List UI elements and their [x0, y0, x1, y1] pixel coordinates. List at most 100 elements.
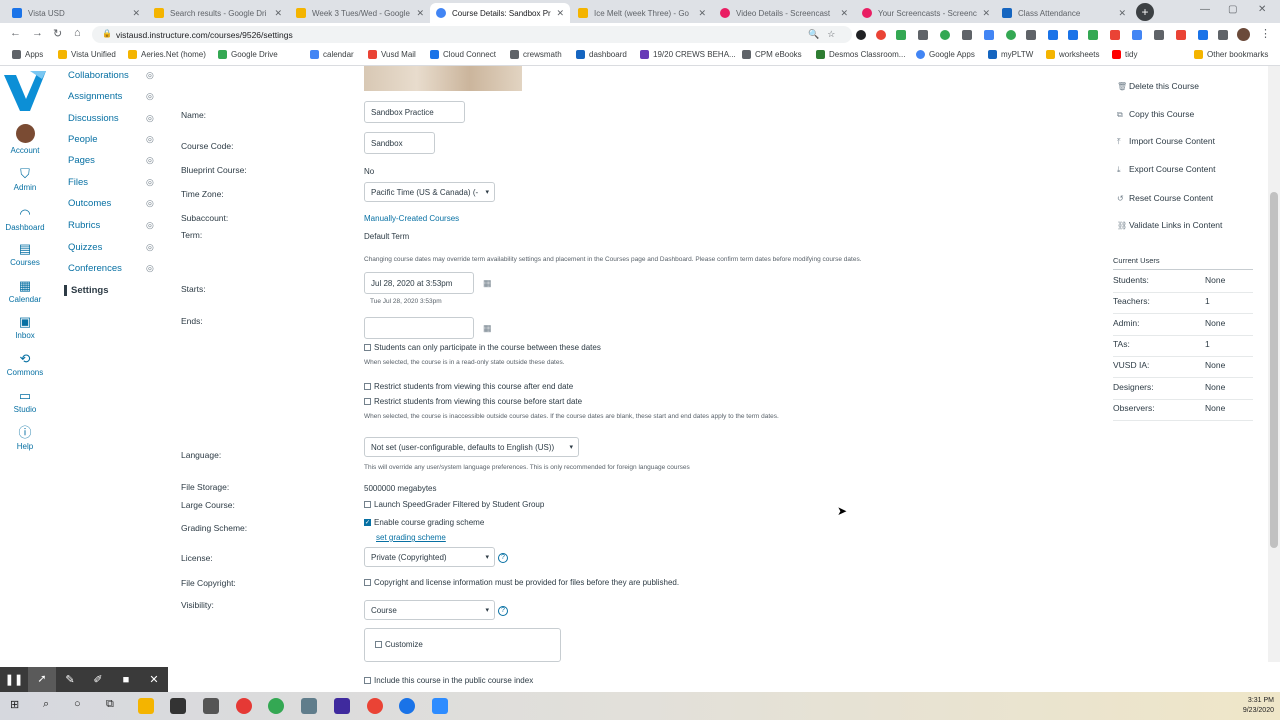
global-nav-help[interactable]: ⓘ Help	[0, 426, 50, 452]
global-nav-admin[interactable]: ⛉ Admin	[0, 167, 50, 193]
visibility-select[interactable]: Course ▾	[364, 600, 495, 620]
close-window-icon[interactable]: ✕	[1258, 4, 1266, 15]
extension-icon[interactable]	[876, 30, 886, 40]
course-nav-assignments[interactable]: Assignments ◎	[68, 91, 154, 102]
bookmark-apps[interactable]: Apps	[12, 50, 43, 59]
home-icon[interactable]: ⌂	[74, 27, 81, 39]
reset-content-link[interactable]: ↺ Reset Course Content	[1117, 193, 1213, 203]
restrict-before-start-checkbox[interactable]: Restrict students from viewing this cour…	[364, 397, 582, 406]
highlighter-icon[interactable]: ✐	[84, 673, 112, 686]
copy-course-link[interactable]: ⧉ Copy this Course	[1117, 109, 1194, 120]
close-tab-icon[interactable]: ✕	[1118, 8, 1126, 19]
bookmark-item[interactable]: crewsmath	[510, 50, 562, 59]
close-tab-icon[interactable]: ✕	[840, 8, 848, 19]
app-icon[interactable]	[236, 698, 252, 714]
bookmark-item[interactable]: CPM eBooks	[742, 50, 802, 59]
bookmark-item[interactable]: 19/20 CREWS BEHA...	[640, 50, 736, 59]
end-date-input[interactable]	[364, 317, 474, 339]
address-bar[interactable]: 🔒 vistausd.instructure.com/courses/9526/…	[92, 26, 852, 43]
extension-icon[interactable]	[1026, 30, 1036, 40]
bookmark-item[interactable]: Google Apps	[916, 50, 975, 59]
close-tab-icon[interactable]: ✕	[556, 8, 564, 19]
bookmark-item[interactable]: worksheets	[1046, 50, 1099, 59]
bookmark-item[interactable]: calendar	[310, 50, 354, 59]
extension-icon[interactable]	[856, 30, 866, 40]
back-arrow-icon[interactable]: ←	[10, 27, 21, 39]
chrome-icon[interactable]	[367, 698, 383, 714]
bookmark-item[interactable]: Vusd Mail	[368, 50, 416, 59]
extension-icon[interactable]	[1198, 30, 1208, 40]
search-icon[interactable]: ⌕	[43, 698, 49, 711]
import-content-link[interactable]: ⤒ Import Course Content	[1117, 136, 1215, 147]
windows-start-icon[interactable]: ⊞	[10, 698, 19, 711]
cortana-icon[interactable]: ○	[74, 698, 81, 710]
bookmark-item[interactable]: tidy	[1112, 50, 1137, 59]
close-tab-icon[interactable]: ✕	[274, 8, 282, 19]
extension-icon[interactable]	[1110, 30, 1120, 40]
pause-icon[interactable]: ❚❚	[0, 673, 28, 686]
browser-tab[interactable]: Ice Melt (week Three) - Go ✕	[572, 3, 712, 23]
course-nav-quizzes[interactable]: Quizzes ◎	[68, 242, 154, 253]
file-explorer-icon[interactable]	[138, 698, 154, 714]
close-tab-icon[interactable]: ✕	[132, 8, 140, 19]
course-nav-pages[interactable]: Pages ◎	[68, 155, 154, 166]
extension-icon[interactable]	[1176, 30, 1186, 40]
close-tab-icon[interactable]: ✕	[698, 8, 706, 19]
zoom-and-star-icons[interactable]: 🔍☆	[808, 29, 843, 40]
close-tab-icon[interactable]: ✕	[416, 8, 424, 19]
vista-logo[interactable]	[2, 69, 48, 113]
bookmark-item[interactable]: myPLTW	[988, 50, 1033, 59]
system-clock[interactable]: 3:31 PM 9/23/2020	[1232, 696, 1274, 716]
public-index-checkbox[interactable]: Include this course in the public course…	[364, 676, 533, 685]
chrome-icon[interactable]	[268, 698, 284, 714]
bookmark-item[interactable]: dashboard	[576, 50, 627, 59]
task-view-icon[interactable]: ⧉	[106, 698, 114, 711]
extension-icon[interactable]	[1132, 30, 1142, 40]
scrollbar-thumb[interactable]	[1270, 192, 1278, 548]
close-tab-icon[interactable]: ✕	[982, 8, 990, 19]
file-copyright-checkbox[interactable]: Copyright and license information must b…	[364, 578, 679, 587]
extension-icon[interactable]	[984, 30, 994, 40]
global-nav-courses[interactable]: ▤ Courses	[0, 242, 50, 268]
customize-checkbox[interactable]: Customize	[375, 640, 423, 649]
license-select[interactable]: Private (Copyrighted) ▾	[364, 547, 495, 567]
course-name-input[interactable]: Sandbox Practice	[364, 101, 465, 123]
extension-icon[interactable]	[940, 30, 950, 40]
calendar-icon[interactable]: ▦	[483, 278, 492, 289]
browser-tab[interactable]: Class Attendance ✕	[996, 3, 1132, 23]
global-nav-calendar[interactable]: ▦ Calendar	[0, 279, 50, 305]
more-menu-icon[interactable]: ⋮	[1260, 27, 1271, 40]
course-nav-outcomes[interactable]: Outcomes ◎	[68, 198, 154, 209]
subaccount-link[interactable]: Manually-Created Courses	[364, 214, 459, 223]
store-icon[interactable]	[170, 698, 186, 714]
course-nav-people[interactable]: People ◎	[68, 134, 154, 145]
export-content-link[interactable]: ⤓ Export Course Content	[1117, 164, 1215, 175]
global-nav-account[interactable]: Account	[0, 124, 50, 155]
page-scrollbar[interactable]	[1268, 66, 1280, 662]
pen-icon[interactable]: ✎	[56, 673, 84, 686]
camera-icon[interactable]	[301, 698, 317, 714]
bookmark-item[interactable]: Vista Unified	[58, 50, 116, 59]
forward-arrow-icon[interactable]: →	[32, 27, 43, 39]
browser-tab[interactable]: Video Details - Screencast ✕	[714, 3, 854, 23]
extension-icon[interactable]	[1088, 30, 1098, 40]
bookmark-item[interactable]: Aeries.Net (home)	[128, 50, 206, 59]
extension-icon[interactable]	[1006, 30, 1016, 40]
extension-icon[interactable]	[918, 30, 928, 40]
language-select[interactable]: Not set (user-configurable, defaults to …	[364, 437, 579, 457]
edge-icon[interactable]	[399, 698, 415, 714]
course-nav-discussions[interactable]: Discussions ◎	[68, 113, 154, 124]
extension-icon[interactable]	[1068, 30, 1078, 40]
global-nav-commons[interactable]: ⟲ Commons	[0, 352, 50, 378]
set-grading-scheme-link[interactable]: set grading scheme	[376, 533, 446, 542]
browser-tab[interactable]: Search results - Google Dri ✕	[148, 3, 288, 23]
browser-tab[interactable]: Week 3 Tues/Wed - Google ✕	[290, 3, 430, 23]
time-zone-select[interactable]: Pacific Time (US & Canada) (- ▾	[364, 182, 495, 202]
course-nav-settings[interactable]: Settings	[64, 285, 108, 296]
extension-icon[interactable]	[1154, 30, 1164, 40]
start-date-input[interactable]: Jul 28, 2020 at 3:53pm	[364, 272, 474, 294]
zoom-icon[interactable]	[432, 698, 448, 714]
bookmark-item[interactable]: Cloud Connect	[430, 50, 496, 59]
pointer-icon[interactable]: ➚	[28, 667, 56, 692]
grading-scheme-checkbox[interactable]: ✓ Enable course grading scheme	[364, 518, 484, 527]
